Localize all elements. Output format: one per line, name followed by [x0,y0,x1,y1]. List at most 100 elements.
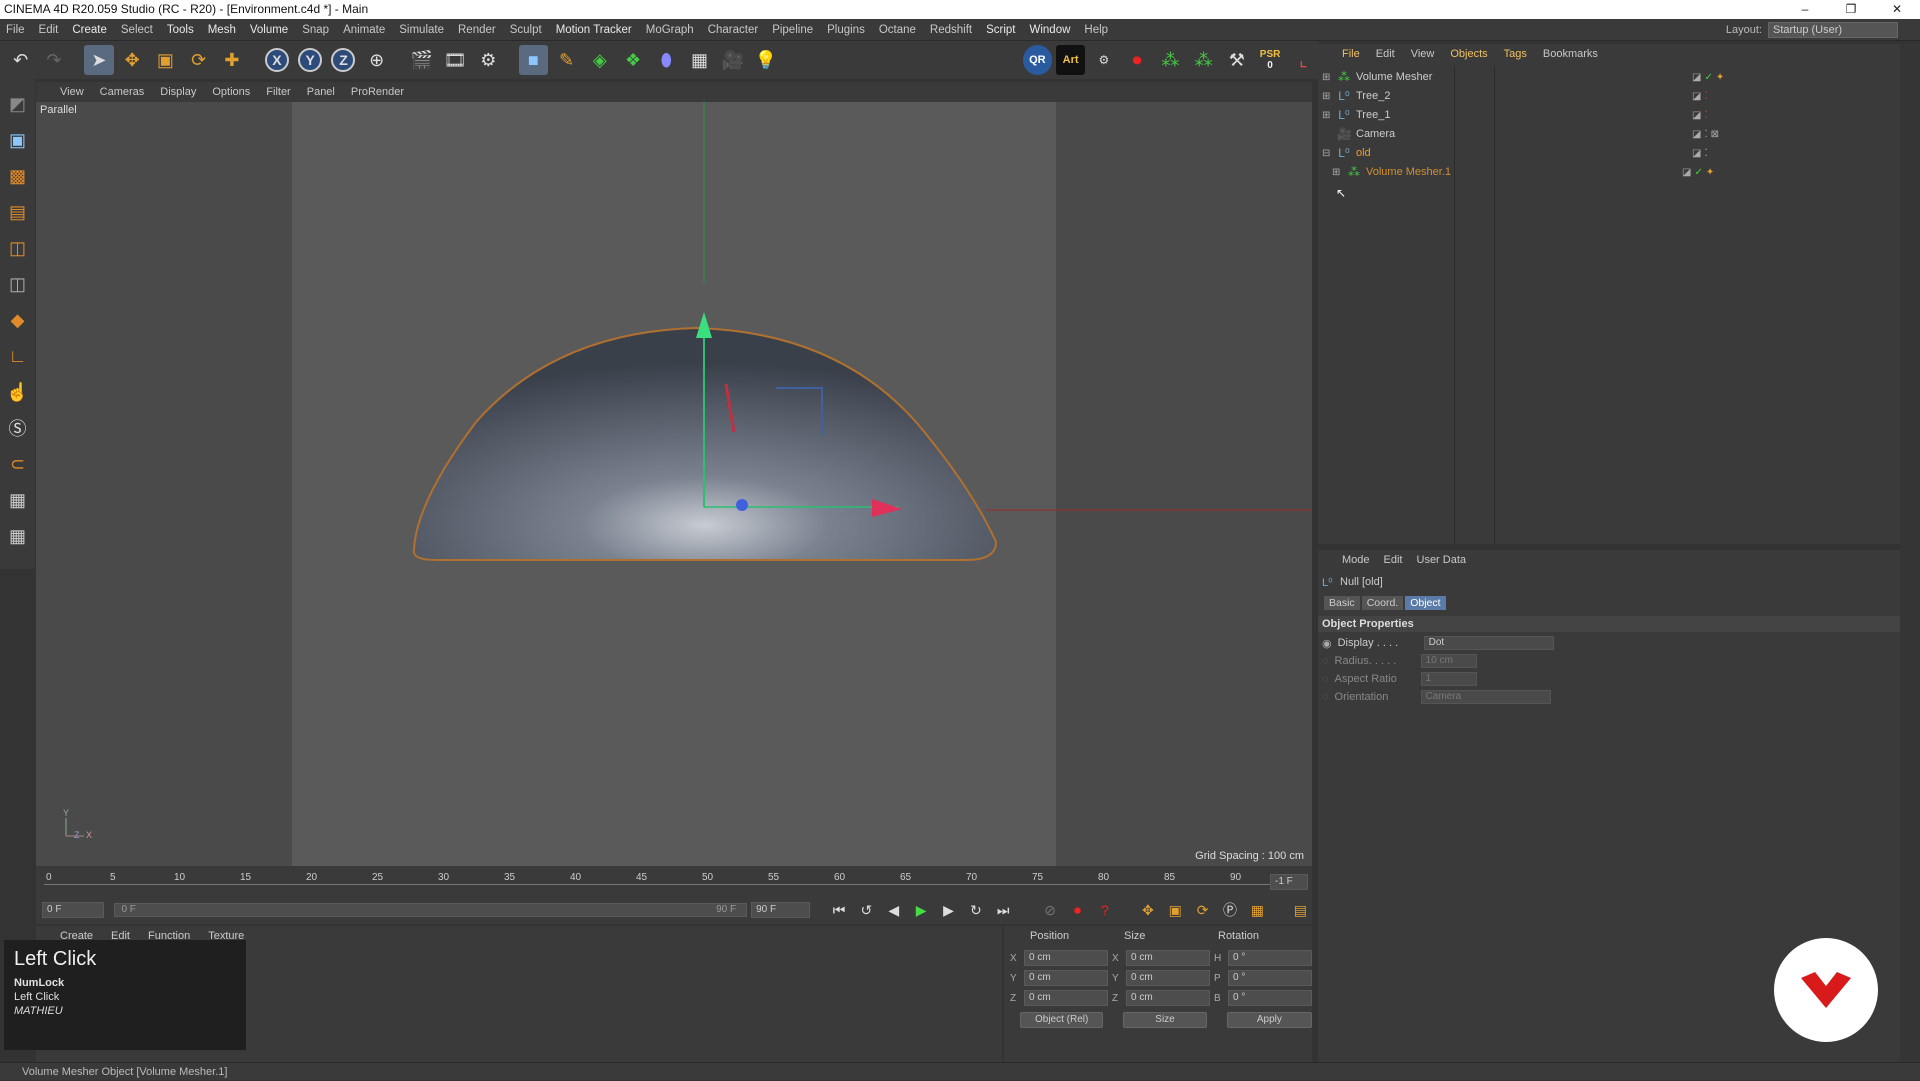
menu-volume[interactable]: Volume [250,24,288,36]
undo-icon[interactable]: ↶ [6,45,35,75]
minimize-icon[interactable]: – [1782,0,1828,19]
obj-menu-objects[interactable]: Objects [1450,48,1487,64]
rotation-b-field[interactable]: 0 ° [1228,990,1312,1006]
enabled-check-icon[interactable]: ✓ [1704,72,1712,83]
step-back-icon[interactable]: ◀ [882,899,905,921]
aspect-ratio-field[interactable]: 1 [1420,672,1477,686]
visibility-icon[interactable]: ◪ [1692,72,1701,83]
menu-render[interactable]: Render [458,24,496,36]
attr-menu-mode[interactable]: Mode [1342,554,1370,566]
enabled-dot-icon[interactable]: ⁚ [1704,148,1707,159]
render-view-icon[interactable]: 🎬 [407,45,436,75]
tab-basic[interactable]: Basic [1324,596,1360,610]
grid-icon[interactable]: ▦ [3,521,33,551]
obj-menu-tags[interactable]: Tags [1504,48,1527,64]
key-pla-icon[interactable]: ▦ [1246,899,1269,921]
menu-simulate[interactable]: Simulate [399,24,444,36]
menu-pipeline[interactable]: Pipeline [772,24,813,36]
play-icon[interactable]: ▶ [909,899,932,921]
radius-field[interactable]: 10 cm [1420,654,1477,668]
scale-icon[interactable]: ▣ [151,45,180,75]
start-frame-field[interactable]: 0 F [42,902,105,918]
obj-menu-view[interactable]: View [1411,48,1435,64]
collapse-icon[interactable]: ⊟ [1322,148,1332,159]
enabled-check-icon[interactable]: ✓ [1694,167,1702,178]
floor-icon[interactable]: ▦ [685,45,714,75]
object-row-volume-mesher[interactable]: ⊞ ⁂ Volume Mesher ◪ ✓ ✦ [1322,68,1892,86]
tab-object[interactable]: Object [1405,596,1446,610]
axis-icon[interactable]: ⌞ [1289,45,1318,75]
tab-coord[interactable]: Coord. [1361,596,1404,610]
size-y-field[interactable]: 0 cm [1126,970,1210,986]
psr-button[interactable]: PSR 0 [1255,45,1284,75]
obj-menu-file[interactable]: File [1342,48,1360,64]
position-y-field[interactable]: 0 cm [1024,970,1108,986]
menu-mograph[interactable]: MoGraph [646,24,694,36]
select-icon[interactable]: ➤ [84,45,114,75]
object-row-tree-1[interactable]: ⊞ L⁰ Tree_1 ◪ ⁚ [1322,106,1892,124]
attr-menu-user-data[interactable]: User Data [1417,554,1467,566]
previous-key-icon[interactable]: ↺ [855,899,878,921]
visibility-icon[interactable]: ◪ [1692,91,1701,102]
array-icon[interactable]: ❖ [618,45,647,75]
object-row-camera[interactable]: 🎥 Camera ◪ ⁚ ⊠ [1322,125,1892,143]
radio-icon[interactable]: ◉ [1322,637,1332,650]
expand-icon[interactable]: ⊞ [1322,110,1332,121]
radio-icon[interactable]: ◌ [1322,673,1329,685]
rotation-p-field[interactable]: 0 ° [1228,970,1312,986]
object-row-tree-2[interactable]: ⊞ L⁰ Tree_2 ◪ ⁚ [1322,87,1892,105]
current-frame-field[interactable]: -1 F [1270,874,1308,890]
radio-icon[interactable]: ◌ [1322,655,1329,667]
visibility-icon[interactable]: ◪ [1682,167,1691,178]
menu-window[interactable]: Window [1030,24,1071,36]
autokey-icon[interactable]: ⏺ [1066,899,1089,921]
coord-mode-dropdown[interactable]: Object (Rel) [1020,1012,1104,1028]
move-icon[interactable]: ✥ [118,45,147,75]
key-scale-icon[interactable]: ▣ [1164,899,1187,921]
redo-icon[interactable]: ↷ [39,45,68,75]
gear-icon[interactable]: ⚙ [1089,45,1118,75]
mograph-cloner-icon[interactable]: ⁂ [1156,45,1185,75]
pen-icon[interactable]: ✎ [552,45,581,75]
keyframe-help-icon[interactable]: ? [1093,899,1116,921]
size-z-field[interactable]: 0 cm [1126,990,1210,1006]
menu-snap[interactable]: Snap [302,24,329,36]
workplane-lock-icon[interactable]: ▦ [3,485,33,515]
menu-select[interactable]: Select [121,24,153,36]
x-axis-icon[interactable]: X [262,45,291,75]
menu-script[interactable]: Script [986,24,1015,36]
menu-sculpt[interactable]: Sculpt [510,24,542,36]
render-settings-icon[interactable]: ⚙ [474,45,503,75]
camera-icon[interactable]: 🎥 [718,45,747,75]
next-key-icon[interactable]: ↻ [964,899,987,921]
expand-icon[interactable]: ⊞ [1332,167,1342,178]
radio-icon[interactable]: ◌ [1322,691,1329,703]
menu-octane[interactable]: Octane [879,24,916,36]
viewport-menu-prorender[interactable]: ProRender [351,86,404,98]
magnet-icon[interactable]: ⊂ [3,449,33,479]
y-axis-icon[interactable]: Y [296,45,325,75]
visibility-icon[interactable]: ◪ [1692,129,1701,140]
model-mode-icon[interactable]: ▣ [3,125,33,155]
viewport-menu-options[interactable]: Options [212,86,250,98]
menu-motion-tracker[interactable]: Motion Tracker [556,24,632,36]
display-dropdown[interactable]: Dot [1423,636,1554,650]
menu-edit[interactable]: Edit [39,24,59,36]
menu-plugins[interactable]: Plugins [827,24,865,36]
z-axis-icon[interactable]: Z [329,45,358,75]
object-row-old[interactable]: ⊟ L⁰ old ◪ ⁚ [1322,144,1892,162]
deformer-icon[interactable]: ⬮ [652,45,681,75]
viewport-menu-cameras[interactable]: Cameras [100,86,145,98]
world-icon[interactable]: ⊕ [362,45,391,75]
menu-tools[interactable]: Tools [167,24,194,36]
rotate-icon[interactable]: ⟳ [184,45,213,75]
key-parameter-icon[interactable]: Ⓟ [1218,899,1241,921]
art-button[interactable]: Art [1055,45,1086,75]
orientation-dropdown[interactable]: Camera [1420,690,1551,704]
key-rotation-icon[interactable]: ⟳ [1191,899,1214,921]
tweak-mode-icon[interactable]: ☝ [3,377,33,407]
light-icon[interactable]: 💡 [751,45,780,75]
menu-mesh[interactable]: Mesh [208,24,236,36]
position-x-field[interactable]: 0 cm [1024,950,1108,966]
edges-mode-icon[interactable]: ◫ [3,269,33,299]
